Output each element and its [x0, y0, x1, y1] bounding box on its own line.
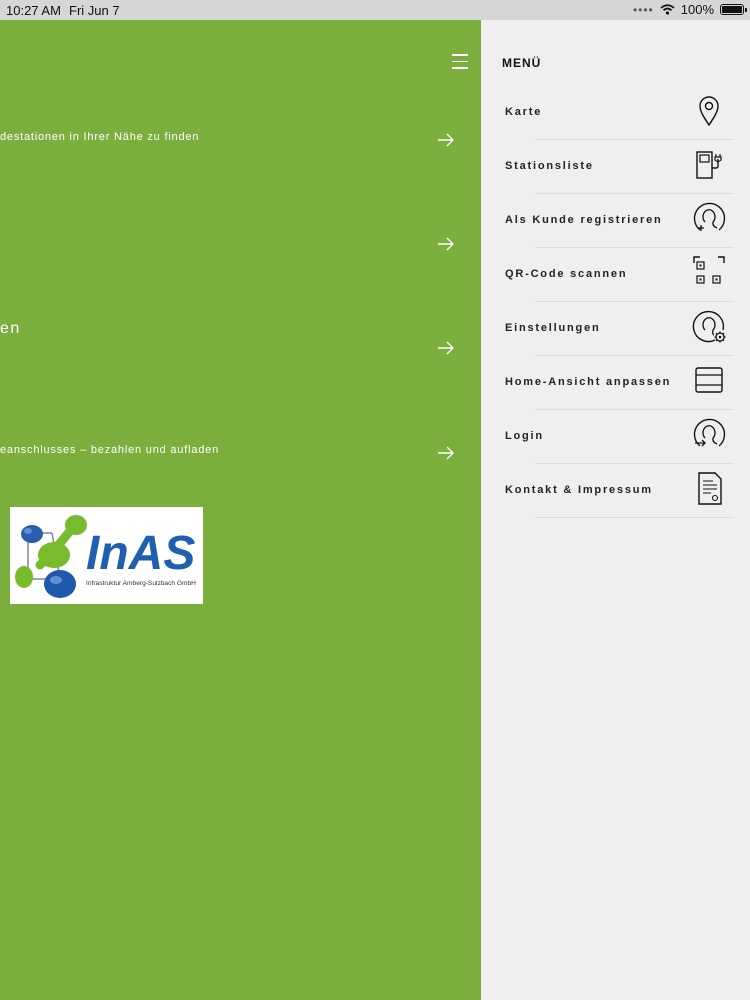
- battery-percent: 100%: [680, 2, 714, 17]
- row-3-arrow-icon[interactable]: [437, 341, 455, 355]
- menu-title: MENÜ: [502, 56, 542, 70]
- user-login-icon: [693, 418, 726, 447]
- menu-item-karte[interactable]: Karte: [481, 86, 750, 140]
- side-menu: MENÜ Karte Stationsliste Als Kunde regis…: [481, 20, 750, 1000]
- status-indicators: •••• 100%: [632, 2, 747, 17]
- status-time: 10:27 AM: [6, 3, 61, 18]
- menu-item-label: Stationsliste: [505, 160, 594, 172]
- menu-item-label: Kontakt & Impressum: [505, 484, 653, 496]
- menu-item-qr-scan[interactable]: QR-Code scannen: [481, 248, 750, 302]
- row-3-heading: en: [0, 320, 21, 337]
- row-4-text: eanschlusses – bezahlen und aufladen: [0, 444, 220, 456]
- menu-item-home-ansicht[interactable]: Home-Ansicht anpassen: [481, 356, 750, 410]
- menu-item-stationsliste[interactable]: Stationsliste: [481, 140, 750, 194]
- user-add-icon: [693, 202, 726, 231]
- menu-item-einstellungen[interactable]: Einstellungen: [481, 302, 750, 356]
- inas-logo: InAS Infrastruktur Amberg-Sulzbach GmbH: [10, 507, 203, 604]
- document-icon: [698, 472, 722, 505]
- status-bar: 10:27 AM Fri Jun 7 •••• 100%: [0, 0, 750, 20]
- qr-scan-icon: [693, 256, 725, 284]
- row-2-arrow-icon[interactable]: [437, 237, 455, 251]
- hamburger-menu-icon[interactable]: [452, 54, 468, 70]
- wifi-icon: [660, 4, 675, 15]
- menu-item-label: Karte: [505, 106, 543, 118]
- layout-icon: [695, 367, 723, 393]
- row-4-arrow-icon[interactable]: [437, 446, 455, 460]
- battery-icon: [720, 4, 747, 15]
- menu-item-label: Als Kunde registrieren: [505, 214, 663, 226]
- menu-item-label: Einstellungen: [505, 322, 601, 334]
- logo-subtitle: Infrastruktur Amberg-Sulzbach GmbH: [86, 580, 196, 587]
- map-pin-icon: [699, 96, 719, 127]
- signal-dots-icon: ••••: [632, 2, 654, 17]
- menu-item-label: QR-Code scannen: [505, 268, 628, 280]
- row-1-text: destationen in Ihrer Nähe zu finden: [0, 131, 200, 143]
- menu-item-registrieren[interactable]: Als Kunde registrieren: [481, 194, 750, 248]
- menu-item-label: Home-Ansicht anpassen: [505, 376, 672, 388]
- menu-item-kontakt[interactable]: Kontakt & Impressum: [481, 464, 750, 518]
- status-date: Fri Jun 7: [69, 3, 120, 18]
- row-1-arrow-icon[interactable]: [437, 133, 455, 147]
- charging-station-icon: [696, 151, 722, 179]
- menu-item-label: Login: [505, 430, 544, 442]
- home-content: destationen in Ihrer Nähe zu finden en e…: [0, 20, 481, 1000]
- user-settings-icon: [692, 310, 726, 343]
- menu-item-login[interactable]: Login: [481, 410, 750, 464]
- logo-wordmark: InAS: [86, 527, 195, 580]
